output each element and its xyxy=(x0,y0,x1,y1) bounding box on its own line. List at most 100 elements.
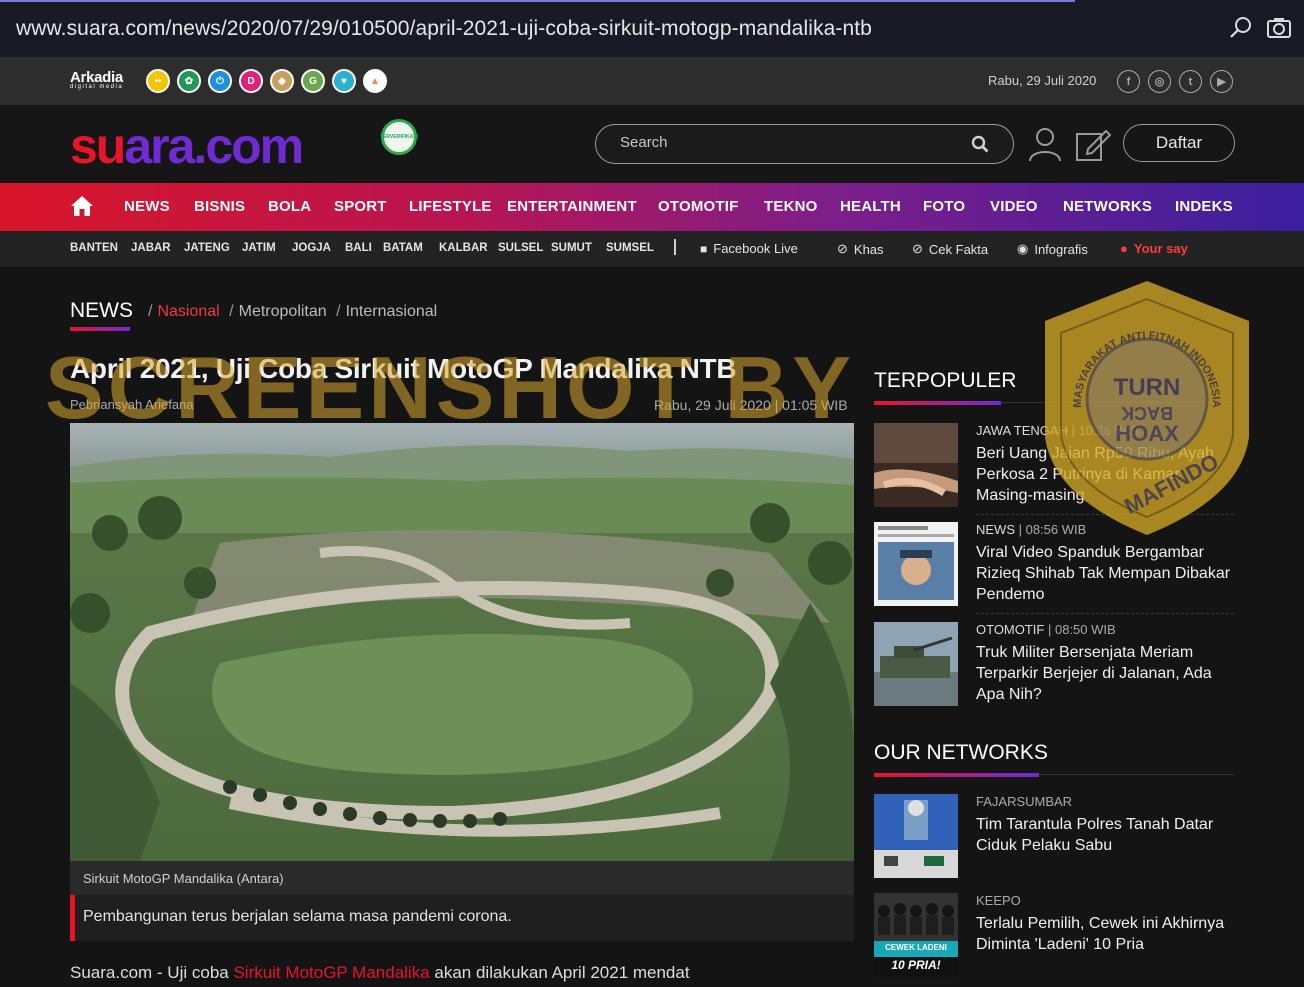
section-title[interactable]: NEWS xyxy=(70,299,133,323)
subnav-your-say[interactable]: ● Your say xyxy=(1120,241,1188,256)
item-thumbnail xyxy=(874,522,958,606)
search-input[interactable] xyxy=(620,134,960,151)
section-underline xyxy=(70,327,130,331)
nav-item-bisnis[interactable]: BISNIS xyxy=(194,198,245,215)
item-meta: FAJARSUMBAR xyxy=(976,794,1073,809)
brand-flower-icon[interactable]: ✿ xyxy=(177,69,201,93)
nav-item-video[interactable]: VIDEO xyxy=(990,198,1038,215)
facebook-icon[interactable]: f xyxy=(1117,70,1140,93)
target-icon: ◉ xyxy=(1017,241,1029,256)
sub-nav: BANTEN JABAR JATENG JATIM JOGJA BALI BATAM KALB… xyxy=(0,231,1304,267)
search-box[interactable] xyxy=(595,124,1014,164)
subnav-divider xyxy=(674,239,676,255)
brand-D-icon[interactable]: D xyxy=(239,69,263,93)
nav-item-tekno[interactable]: TEKNO xyxy=(764,198,818,215)
terpopuler-item[interactable]: JAWA TENGAH | 10:26 WIB Beri Uang Jajan … xyxy=(874,423,1234,517)
item-meta: KEEPO xyxy=(976,893,1021,908)
video-camera-icon: ■ xyxy=(700,241,708,256)
item-title[interactable]: Truk Militer Bersenjata Meriam Terparkir… xyxy=(976,642,1234,705)
nav-item-networks[interactable]: NETWORKS xyxy=(1063,198,1152,215)
loading-progress-line xyxy=(0,0,1075,2)
thumb-caption-count: 10 PRIA! xyxy=(891,958,941,972)
terpopuler-item[interactable]: NEWS | 08:56 WIB Viral Video Spanduk Ber… xyxy=(874,522,1234,616)
camera-icon[interactable] xyxy=(1266,15,1292,41)
item-title[interactable]: Beri Uang Jajan Rp50 Ribu, Ayah Perkosa … xyxy=(976,443,1234,506)
network-item[interactable]: FAJARSUMBAR Tim Tarantula Polres Tanah D… xyxy=(874,794,1234,888)
arkadia-logo[interactable]: Arkadia digital media xyxy=(70,69,123,90)
search-icon[interactable] xyxy=(971,135,989,153)
item-meta: NEWS | 08:56 WIB xyxy=(976,522,1087,537)
youtube-icon[interactable]: ▶ xyxy=(1210,70,1233,93)
body-link[interactable]: Sirkuit MotoGP Mandalika xyxy=(233,963,429,982)
item-title[interactable]: Terlalu Pemilih, Cewek ini Akhirnya Dimi… xyxy=(976,913,1234,955)
twitter-icon[interactable]: t xyxy=(1179,70,1202,93)
subnav-region-jogja[interactable]: JOGJA xyxy=(292,242,331,254)
subnav-region-bali[interactable]: BALI xyxy=(345,242,372,254)
nav-item-otomotif[interactable]: OTOMOTIF xyxy=(658,198,738,215)
crumb-internasional[interactable]: Internasional xyxy=(346,303,438,320)
item-title[interactable]: Viral Video Spanduk Bergambar Rizieq Shi… xyxy=(976,542,1234,605)
nav-item-news[interactable]: NEWS xyxy=(124,198,170,215)
terpopuler-underline xyxy=(874,401,1234,405)
network-brand-icons: •• ✿ ⏻ D ◈ G ♥ ▲ xyxy=(146,69,387,93)
brand-crest-icon[interactable]: ◈ xyxy=(270,69,294,93)
nav-item-entertainment[interactable]: ENTERTAINMENT xyxy=(507,198,637,215)
subnav-region-sumsel[interactable]: SUMSEL xyxy=(606,242,654,254)
subnav-region-kalbar[interactable]: KALBAR xyxy=(439,242,488,254)
item-meta: OTOMOTIF | 08:50 WIB xyxy=(976,622,1116,637)
article-lead: Pembangunan terus berjalan selama masa p… xyxy=(70,895,854,941)
subnav-region-jateng[interactable]: JATENG xyxy=(184,242,230,254)
nav-item-lifestyle[interactable]: LIFESTYLE xyxy=(409,198,492,215)
subnav-khas[interactable]: ⊘ Khas xyxy=(837,241,884,257)
brand-power-icon[interactable]: ⏻ xyxy=(208,69,232,93)
brand-G-icon[interactable]: G xyxy=(301,69,325,93)
subnav-facebook-live[interactable]: ■ Facebook Live xyxy=(700,241,798,256)
subnav-infografis[interactable]: ◉ Infografis xyxy=(1017,241,1088,257)
instagram-icon[interactable]: ◎ xyxy=(1148,70,1171,93)
article-body: Suara.com - Uji coba Sirkuit MotoGP Mand… xyxy=(70,963,690,982)
network-item[interactable]: CEWEK LADENI 10 PRIA! KEEPO Terlalu Pemi… xyxy=(874,893,1234,987)
edit-icon[interactable] xyxy=(1074,125,1112,163)
subnav-region-sumut[interactable]: SUMUT xyxy=(551,242,592,254)
article-date: Rabu, 29 Juli 2020 | 01:05 WIB xyxy=(654,397,848,413)
crumb-nasional[interactable]: Nasional xyxy=(157,303,219,320)
thumb-caption: CEWEK LADENI xyxy=(885,943,947,952)
terpopuler-title: TERPOPULER xyxy=(874,369,1017,392)
home-icon[interactable] xyxy=(70,195,94,217)
breadcrumb: / Nasional / Metropolitan / Internasional xyxy=(148,303,438,320)
subnav-region-sulsel[interactable]: SULSEL xyxy=(498,242,543,254)
networks-underline xyxy=(874,773,1234,777)
terpopuler-item[interactable]: OTOMOTIF | 08:50 WIB Truk Militer Bersen… xyxy=(874,622,1234,716)
item-thumbnail xyxy=(874,794,958,878)
crumb-metropolitan[interactable]: Metropolitan xyxy=(239,303,327,320)
networks-title: OUR NETWORKS xyxy=(874,741,1048,764)
page-content: NEWS / Nasional / Metropolitan / Internasio… xyxy=(0,267,1304,982)
user-icon[interactable] xyxy=(1026,125,1064,163)
article-title: April 2021, Uji Coba Sirkuit MotoGP Mand… xyxy=(70,353,737,384)
subnav-region-banten[interactable]: BANTEN xyxy=(70,242,118,254)
article-author[interactable]: Pebriansyah Ariefana xyxy=(70,397,194,412)
brand-mata-icon[interactable]: •• xyxy=(146,69,170,93)
subnav-cek-fakta[interactable]: ⊘ Cek Fakta xyxy=(912,241,988,257)
network-strip: Arkadia digital media •• ✿ ⏻ D ◈ G ♥ ▲ Rabu, 29… xyxy=(0,58,1304,105)
register-button[interactable]: Daftar xyxy=(1123,124,1235,162)
nav-item-health[interactable]: HEALTH xyxy=(840,198,901,215)
nav-item-indeks[interactable]: INDEKS xyxy=(1175,198,1233,215)
current-date: Rabu, 29 Juli 2020 xyxy=(988,73,1097,88)
browser-url-bar: www.suara.com/news/2020/07/29/010500/apr… xyxy=(0,0,1304,58)
brand-triangle-icon[interactable]: ▲ xyxy=(363,69,387,93)
item-title[interactable]: Tim Tarantula Polres Tanah Datar Ciduk P… xyxy=(976,814,1234,856)
nav-item-bola[interactable]: BOLA xyxy=(268,198,311,215)
subnav-region-jabar[interactable]: JABAR xyxy=(131,242,171,254)
subnav-region-jatim[interactable]: JATIM xyxy=(242,242,276,254)
subnav-region-batam[interactable]: BATAM xyxy=(383,242,423,254)
brand-chat-icon[interactable]: ♥ xyxy=(332,69,356,93)
nav-item-sport[interactable]: SPORT xyxy=(334,198,387,215)
nav-item-foto[interactable]: FOTO xyxy=(923,198,965,215)
item-thumbnail xyxy=(874,622,958,706)
check-circle-icon: ⊘ xyxy=(837,241,848,256)
url-text[interactable]: www.suara.com/news/2020/07/29/010500/apr… xyxy=(16,17,872,41)
article-photo xyxy=(70,423,854,861)
suara-logo[interactable]: suara.com xyxy=(70,117,304,175)
search-icon[interactable] xyxy=(1228,15,1254,41)
